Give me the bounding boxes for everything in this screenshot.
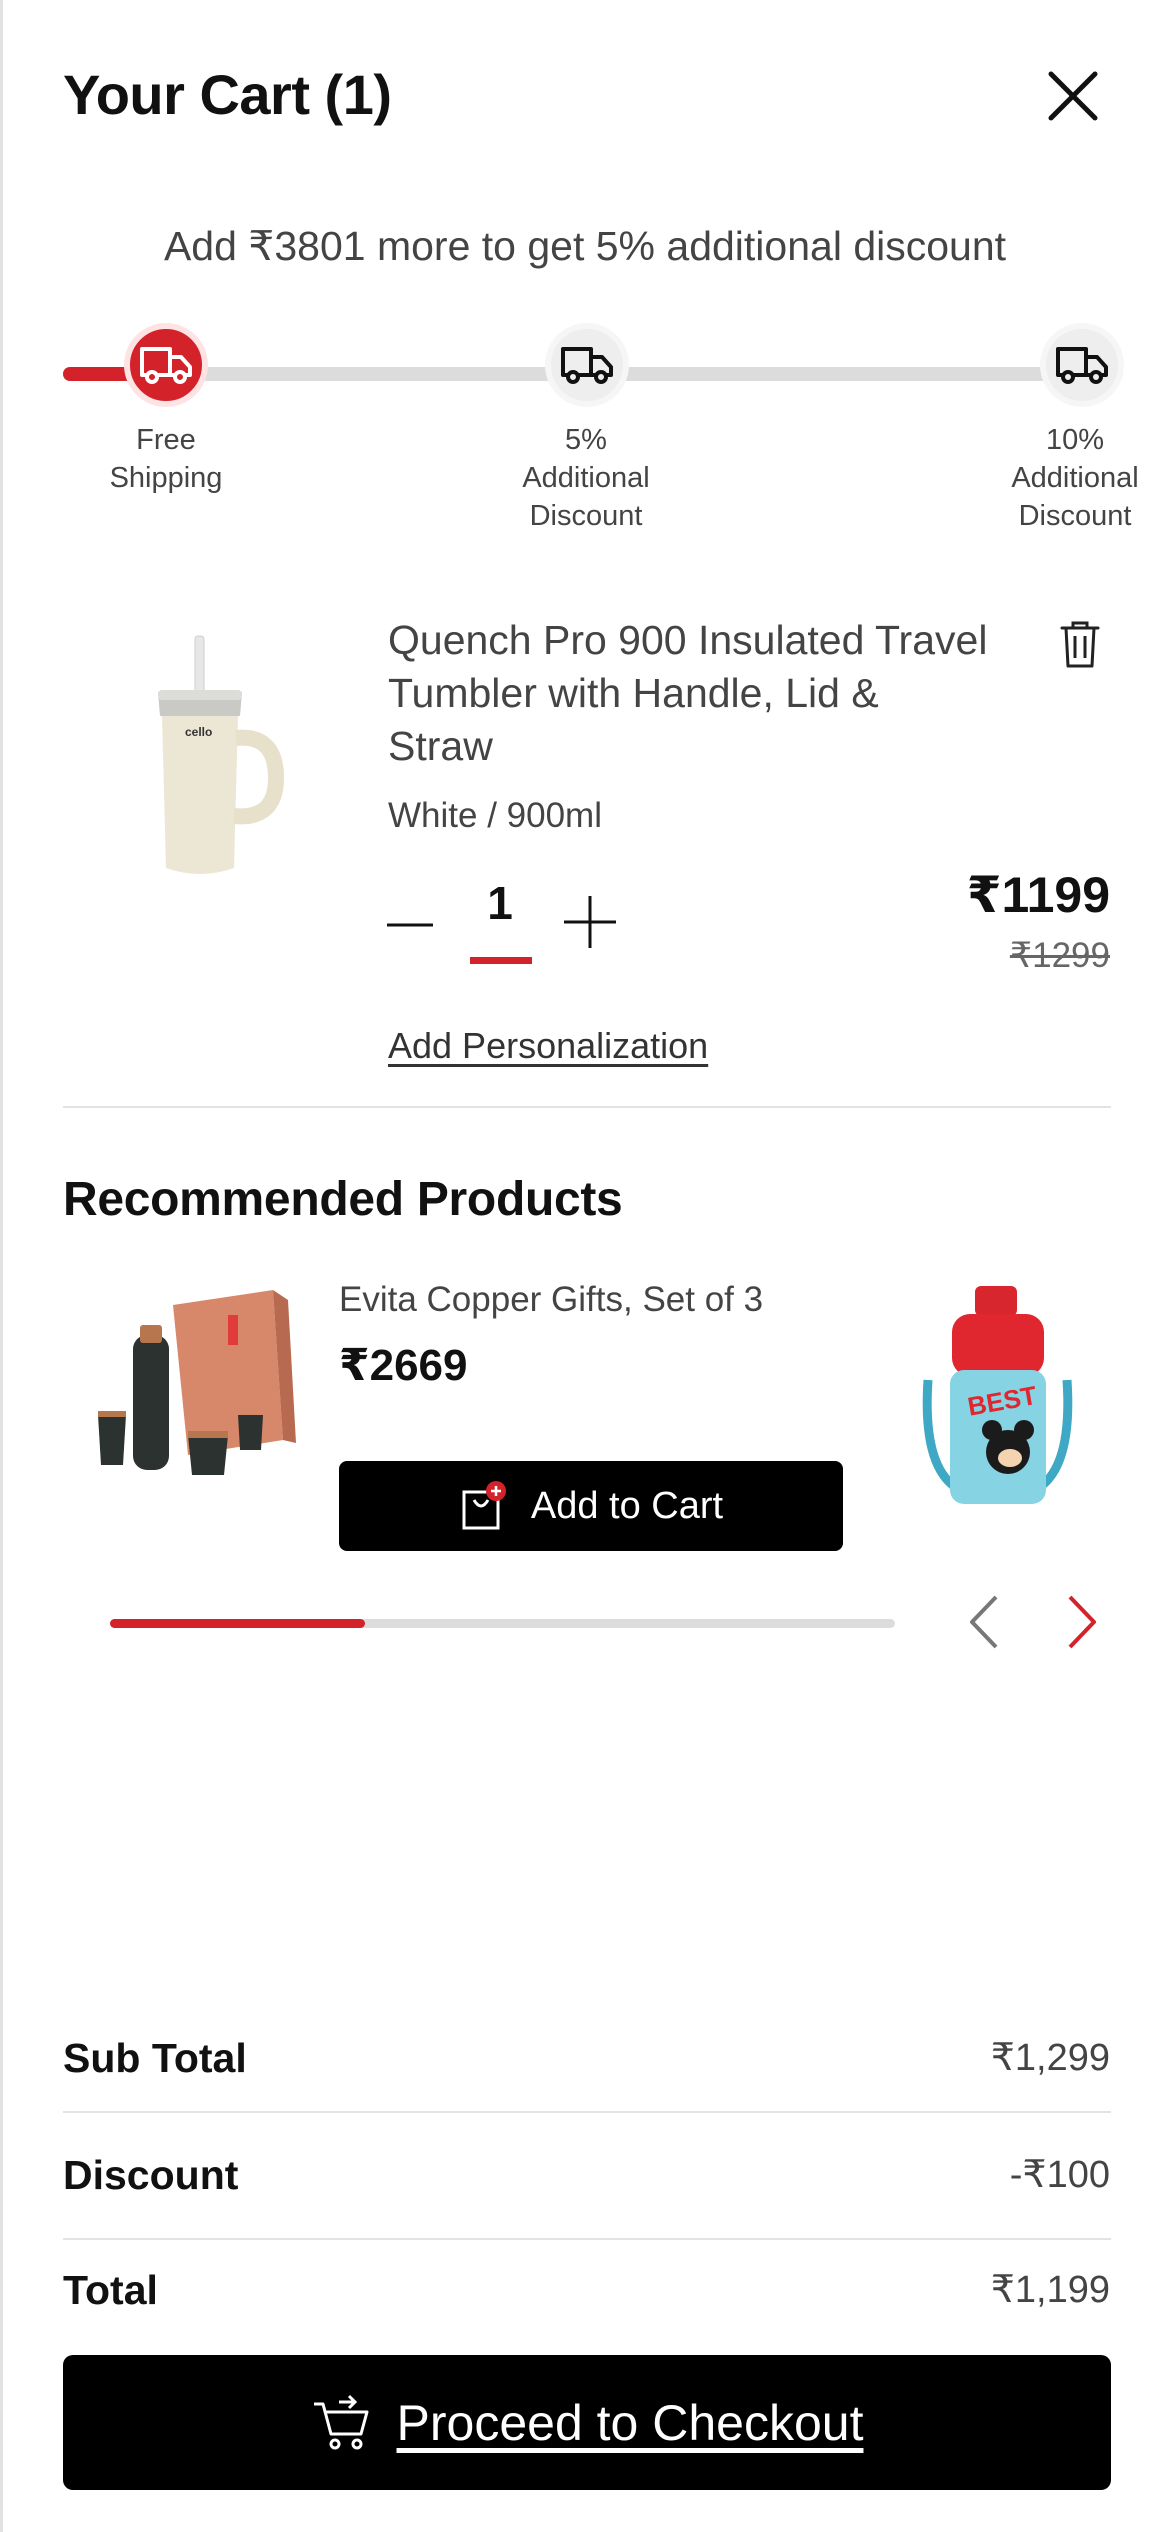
summary-divider xyxy=(63,2238,1111,2240)
shopping-bag-plus-icon xyxy=(462,1481,506,1530)
milestone-label-10-percent: 10% Additional Discount xyxy=(1011,424,1139,532)
cart-item-price: ₹1199 xyxy=(966,867,1110,923)
trash-icon[interactable] xyxy=(1058,618,1102,670)
milestone-10-percent xyxy=(1040,323,1124,407)
add-to-cart-label: Add to Cart xyxy=(530,1484,724,1527)
product-brand-logo: cello xyxy=(185,725,212,739)
milestone-label-5-percent: 5% Additional Discount xyxy=(522,424,650,532)
carousel-next-icon[interactable] xyxy=(1050,1587,1110,1657)
cart-title: Your Cart (1) xyxy=(63,63,392,126)
add-personalization-link[interactable]: Add Personalization xyxy=(388,1025,708,1067)
cart-item-title[interactable]: Quench Pro 900 Insulated Travel Tumbler … xyxy=(388,614,988,773)
truck-icon xyxy=(561,347,613,384)
subtotal-value: ₹1,299 xyxy=(990,2037,1110,2079)
discount-value: -₹100 xyxy=(1009,2154,1110,2196)
quantity-value: 1 xyxy=(487,877,513,929)
close-icon[interactable] xyxy=(1045,68,1101,124)
truck-icon xyxy=(1056,347,1108,384)
subtotal-label: Sub Total xyxy=(63,2035,247,2081)
add-to-cart-button[interactable]: Add to Cart xyxy=(339,1461,843,1551)
proceed-to-checkout-button[interactable]: Proceed to Checkout xyxy=(63,2355,1111,2490)
quantity-underline xyxy=(470,957,532,964)
truck-icon xyxy=(140,347,192,384)
recommended-product-name[interactable]: Evita Copper Gifts, Set of 3 xyxy=(339,1280,763,1320)
increase-quantity-button[interactable] xyxy=(562,894,618,950)
checkout-label: Proceed to Checkout xyxy=(396,2394,864,2451)
cart-item-variant: White / 900ml xyxy=(388,796,602,835)
total-value: ₹1,199 xyxy=(990,2269,1110,2311)
milestone-label-free-shipping: Free Shipping xyxy=(109,424,223,494)
discount-promo-message: Add ₹3801 more to get 5% additional disc… xyxy=(163,223,1007,269)
section-divider xyxy=(63,1106,1111,1108)
carousel-scroll-thumb[interactable] xyxy=(110,1619,365,1628)
carousel-prev-icon[interactable] xyxy=(956,1587,1016,1657)
kids-bottle-product-image[interactable]: BEST xyxy=(920,1280,1075,1510)
milestone-free-shipping xyxy=(124,323,208,407)
total-label: Total xyxy=(63,2267,158,2313)
cart-item-original-price: ₹1299 xyxy=(1009,936,1110,975)
recommended-product-price: ₹2669 xyxy=(339,1341,468,1390)
copper-gift-set-image[interactable] xyxy=(78,1265,298,1490)
recommended-title: Recommended Products xyxy=(63,1173,623,1226)
decrease-quantity-button[interactable] xyxy=(385,900,435,950)
tumbler-product-image[interactable]: cello xyxy=(130,630,290,890)
discount-label: Discount xyxy=(63,2152,239,2198)
milestone-5-percent xyxy=(545,323,629,407)
cart-arrow-icon xyxy=(313,2394,369,2449)
summary-divider xyxy=(63,2111,1111,2113)
panel-border xyxy=(0,0,3,2532)
